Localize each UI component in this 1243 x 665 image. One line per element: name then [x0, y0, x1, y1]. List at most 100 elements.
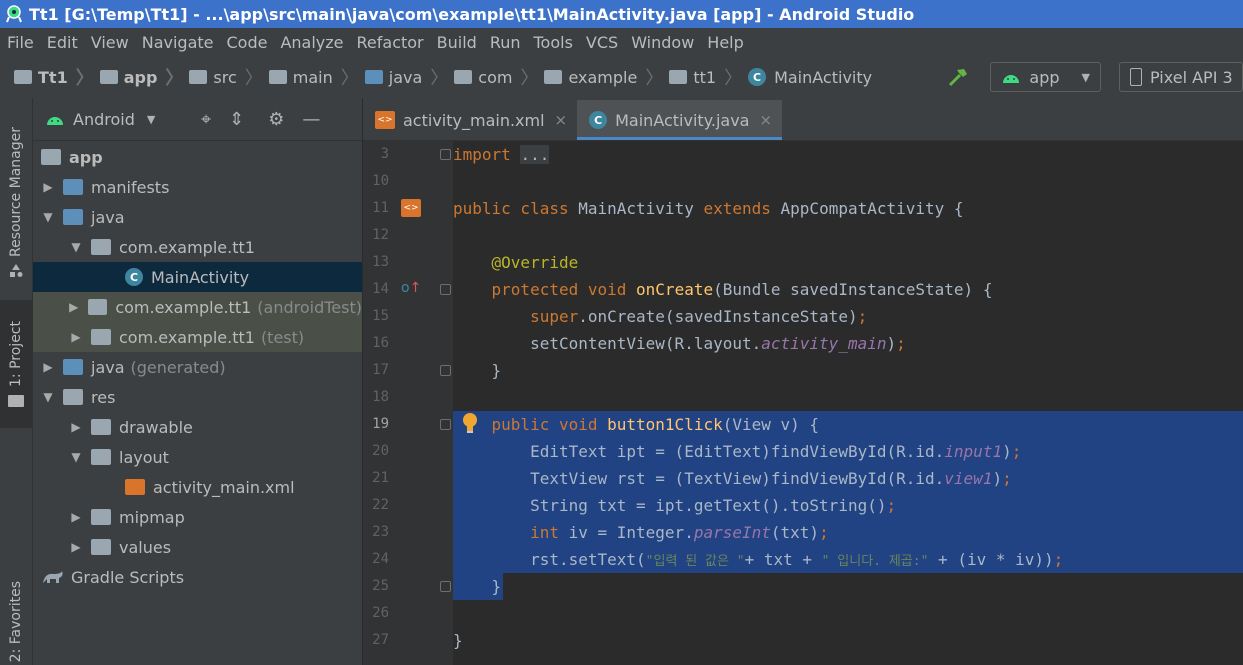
menu-vcs[interactable]: VCS	[579, 33, 624, 52]
tab-favorites[interactable]: 2: Favorites	[0, 578, 32, 665]
breadcrumb-mainactivity[interactable]: C MainActivity	[748, 68, 872, 87]
code-line-24: rst.setText("입력 된 값은 "+ txt + " 입니다. 제곱:…	[453, 546, 1243, 573]
expand-arrow-icon[interactable]: ▶	[41, 180, 55, 194]
fold-marker-icon[interactable]	[440, 149, 451, 160]
tab-mainactivity-java[interactable]: C MainActivity.java ×	[577, 100, 783, 140]
tree-item-package-test[interactable]: ▶ com.example.tt1 (test)	[33, 322, 362, 352]
navigation-bar: Tt1 〉 app 〉 src 〉 main 〉 java 〉 com 〉 example 〉…	[0, 56, 1243, 99]
code-line-16: setContentView(R.layout.activity_main);	[453, 330, 1243, 357]
menu-file[interactable]: File	[0, 33, 40, 52]
collapse-arrow-icon[interactable]: ▼	[69, 450, 83, 464]
menu-edit[interactable]: Edit	[40, 33, 84, 52]
menu-run[interactable]: Run	[483, 33, 527, 52]
code-token: ;	[1053, 550, 1064, 569]
code-editor[interactable]: import ... public class MainActivity ext…	[453, 141, 1243, 665]
breadcrumb-src[interactable]: src 〉	[189, 64, 263, 90]
expand-arrow-icon[interactable]: ▶	[41, 360, 55, 374]
tree-item-drawable[interactable]: ▶ drawable	[33, 412, 362, 442]
breadcrumb-tt1[interactable]: tt1 〉	[669, 64, 742, 90]
line-number: 23	[372, 524, 389, 540]
code-line-3: import ...	[453, 141, 1243, 168]
line-number: 24	[372, 551, 389, 567]
tree-item-java[interactable]: ▼ java	[33, 202, 362, 232]
tree-item-mainactivity[interactable]: C MainActivity	[33, 262, 362, 292]
folder-icon	[189, 70, 208, 84]
breadcrumb-project[interactable]: Tt1 〉	[14, 64, 94, 90]
menu-analyze[interactable]: Analyze	[273, 33, 349, 52]
tab-label: 1: Project	[8, 321, 24, 387]
collapse-arrow-icon[interactable]: ▼	[41, 210, 55, 224]
close-icon[interactable]: ×	[555, 111, 568, 129]
tab-project[interactable]: 1: Project	[0, 300, 32, 428]
expand-arrow-icon[interactable]: ▶	[67, 300, 80, 314]
menu-view[interactable]: View	[84, 33, 135, 52]
expand-arrow-icon[interactable]: ▶	[69, 330, 83, 344]
expand-arrow-icon[interactable]: ▶	[69, 510, 83, 524]
tree-item-mipmap[interactable]: ▶ mipmap	[33, 502, 362, 532]
layout-link-icon[interactable]: <>	[401, 199, 421, 217]
tree-item-manifests[interactable]: ▶ manifests	[33, 172, 362, 202]
expand-arrow-icon[interactable]: ▶	[69, 540, 83, 554]
close-icon[interactable]: ×	[759, 111, 772, 129]
collapse-arrow-icon[interactable]: ▼	[41, 390, 55, 404]
expand-arrow-icon[interactable]: ▶	[69, 420, 83, 434]
menu-navigate[interactable]: Navigate	[135, 33, 220, 52]
menu-code[interactable]: Code	[220, 33, 274, 52]
override-icon[interactable]: o↑	[401, 280, 421, 296]
breadcrumb-java[interactable]: java 〉	[364, 64, 448, 90]
collapse-arrow-icon[interactable]: ▼	[69, 240, 83, 254]
fold-marker-icon[interactable]	[440, 581, 451, 592]
code-line-20: EditText ipt = (EditText)findViewById(R.…	[453, 438, 1243, 465]
code-token: ;	[819, 523, 829, 542]
tree-item-app[interactable]: app	[33, 142, 362, 172]
package-icon	[91, 329, 111, 345]
tree-item-values[interactable]: ▶ values	[33, 532, 362, 562]
line-number: 3	[380, 146, 389, 162]
hammer-icon[interactable]	[946, 65, 970, 89]
code-line-17: }	[453, 357, 1243, 384]
run-configuration-select[interactable]: app ▼	[990, 62, 1101, 92]
tree-item-java-generated[interactable]: ▶ java (generated)	[33, 352, 362, 382]
chevron-right-icon: 〉	[724, 68, 743, 89]
breadcrumb-module[interactable]: app 〉	[99, 64, 183, 90]
project-view-select[interactable]: Android	[73, 110, 135, 129]
breadcrumb-main[interactable]: main 〉	[268, 64, 359, 90]
code-token: rst.setText(	[530, 550, 646, 569]
locate-icon[interactable]: ⌖	[201, 109, 211, 130]
tree-item-package-androidtest[interactable]: ▶ com.example.tt1 (androidTest)	[33, 292, 362, 322]
class-icon: C	[748, 68, 767, 86]
tree-label: mipmap	[119, 507, 185, 527]
fold-marker-icon[interactable]	[440, 365, 451, 376]
chevron-right-icon: 〉	[520, 68, 539, 89]
menu-refactor[interactable]: Refactor	[350, 33, 430, 52]
menu-help[interactable]: Help	[700, 33, 749, 52]
dropdown-arrow-icon[interactable]: ▼	[147, 113, 155, 126]
tree-label: MainActivity	[151, 267, 250, 287]
device-select[interactable]: Pixel API 3	[1119, 62, 1243, 92]
menu-window[interactable]: Window	[624, 33, 700, 52]
menu-tools[interactable]: Tools	[527, 33, 579, 52]
folder-icon	[8, 394, 24, 407]
generated-folder-icon	[63, 359, 83, 375]
tree-item-activity-main-xml[interactable]: activity_main.xml	[33, 472, 362, 502]
project-panel-header: Android ▼ ⌖ ⇕ ⚙ —	[33, 98, 362, 141]
breadcrumb-example[interactable]: example 〉	[544, 64, 663, 90]
code-token: (Bundle savedInstanceState) {	[713, 280, 993, 299]
fold-marker-icon[interactable]	[440, 419, 451, 430]
hide-icon[interactable]: —	[302, 109, 320, 130]
folded-code-marker[interactable]: ...	[520, 145, 550, 164]
folder-icon	[91, 419, 111, 435]
gear-icon[interactable]: ⚙	[268, 109, 284, 130]
collapse-all-icon[interactable]: ⇕	[229, 109, 244, 130]
line-number: 25	[372, 578, 389, 594]
tab-activity-main-xml[interactable]: <> activity_main.xml ×	[363, 100, 577, 140]
fold-marker-icon[interactable]	[440, 284, 451, 295]
tree-item-layout[interactable]: ▼ layout	[33, 442, 362, 472]
tree-item-gradle-scripts[interactable]: Gradle Scripts	[33, 562, 362, 592]
breadcrumb-com[interactable]: com 〉	[454, 64, 538, 90]
tab-resource-manager[interactable]: Resource Manager	[0, 108, 32, 298]
menu-build[interactable]: Build	[430, 33, 483, 52]
tree-item-package[interactable]: ▼ com.example.tt1	[33, 232, 362, 262]
tree-item-res[interactable]: ▼ res	[33, 382, 362, 412]
tree-label: layout	[119, 447, 169, 467]
